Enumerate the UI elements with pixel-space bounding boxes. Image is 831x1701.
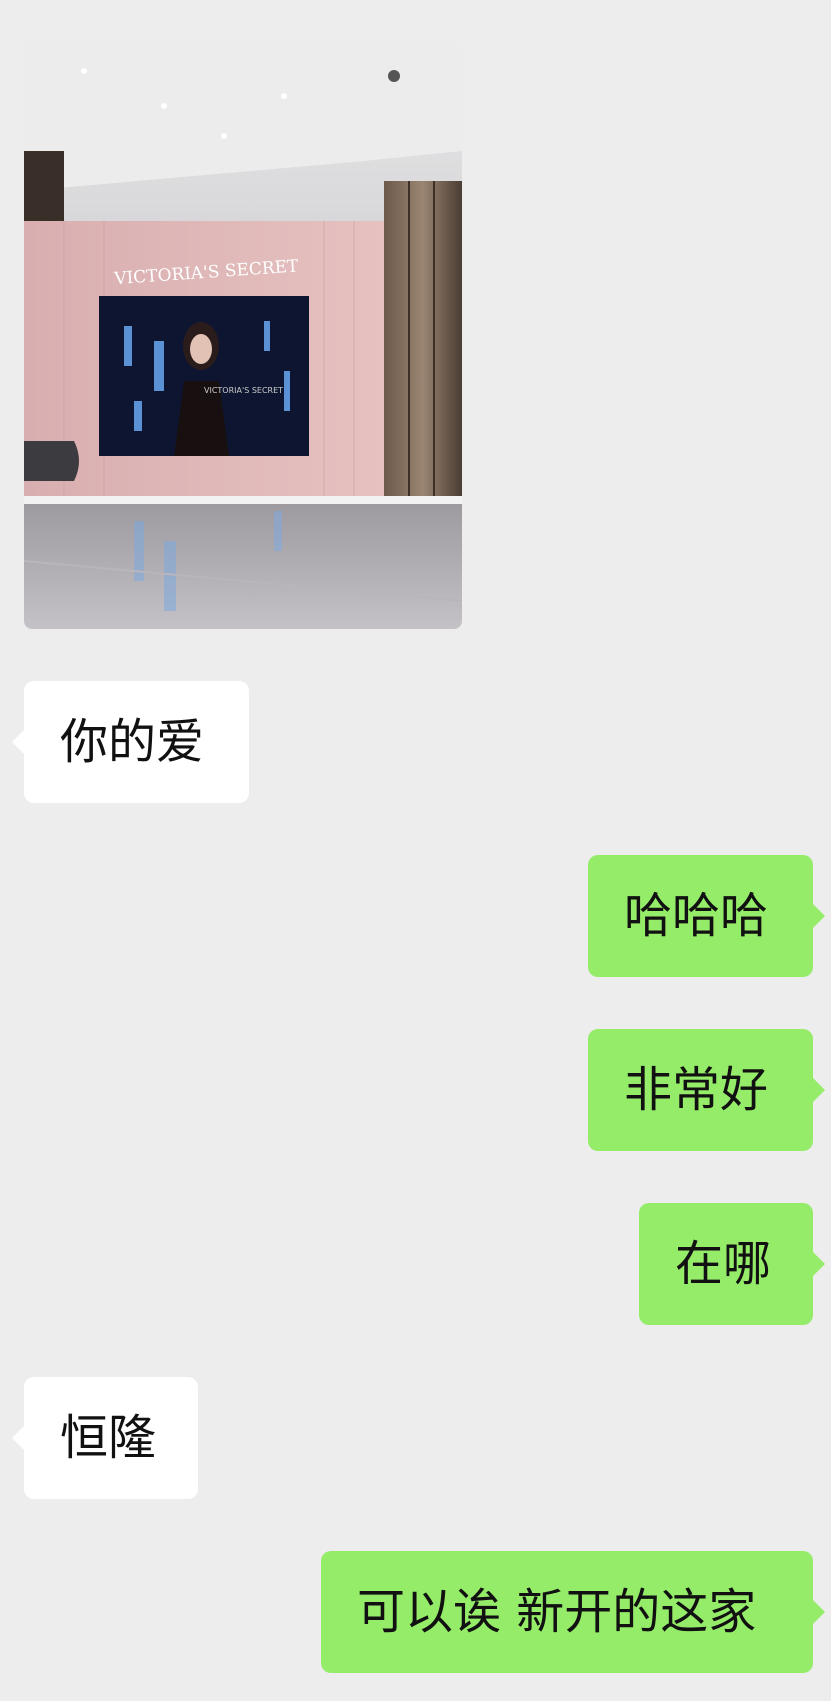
bubble-tail <box>12 1426 24 1450</box>
bubble-tail <box>813 904 825 928</box>
photo-message[interactable]: VICTORIA'S SECRET VICTORIA'S SECRET <box>24 41 462 629</box>
incoming-message[interactable]: 恒隆 <box>12 1377 198 1499</box>
storefront-photo: VICTORIA'S SECRET VICTORIA'S SECRET <box>24 41 462 629</box>
svg-text:VICTORIA'S SECRET: VICTORIA'S SECRET <box>204 386 283 395</box>
bubble-tail <box>813 1252 825 1276</box>
message-text: 哈哈哈 <box>624 888 769 944</box>
message-text: 非常好 <box>624 1062 769 1118</box>
incoming-message[interactable]: 你的爱 <box>12 681 249 803</box>
outgoing-message[interactable]: 哈哈哈 <box>588 855 825 977</box>
message-text: 你的爱 <box>60 714 205 770</box>
message-text: 在哪 <box>675 1236 772 1292</box>
outgoing-message[interactable]: 可以诶 新开的这家 <box>321 1551 825 1673</box>
bubble-tail <box>12 730 24 754</box>
message-text: 恒隆 <box>60 1410 157 1466</box>
message-text: 可以诶 新开的这家 <box>357 1584 757 1640</box>
outgoing-message[interactable]: 非常好 <box>588 1029 825 1151</box>
outgoing-message[interactable]: 在哪 <box>639 1203 825 1325</box>
bubble-tail <box>813 1078 825 1102</box>
bubble-tail <box>813 1600 825 1624</box>
